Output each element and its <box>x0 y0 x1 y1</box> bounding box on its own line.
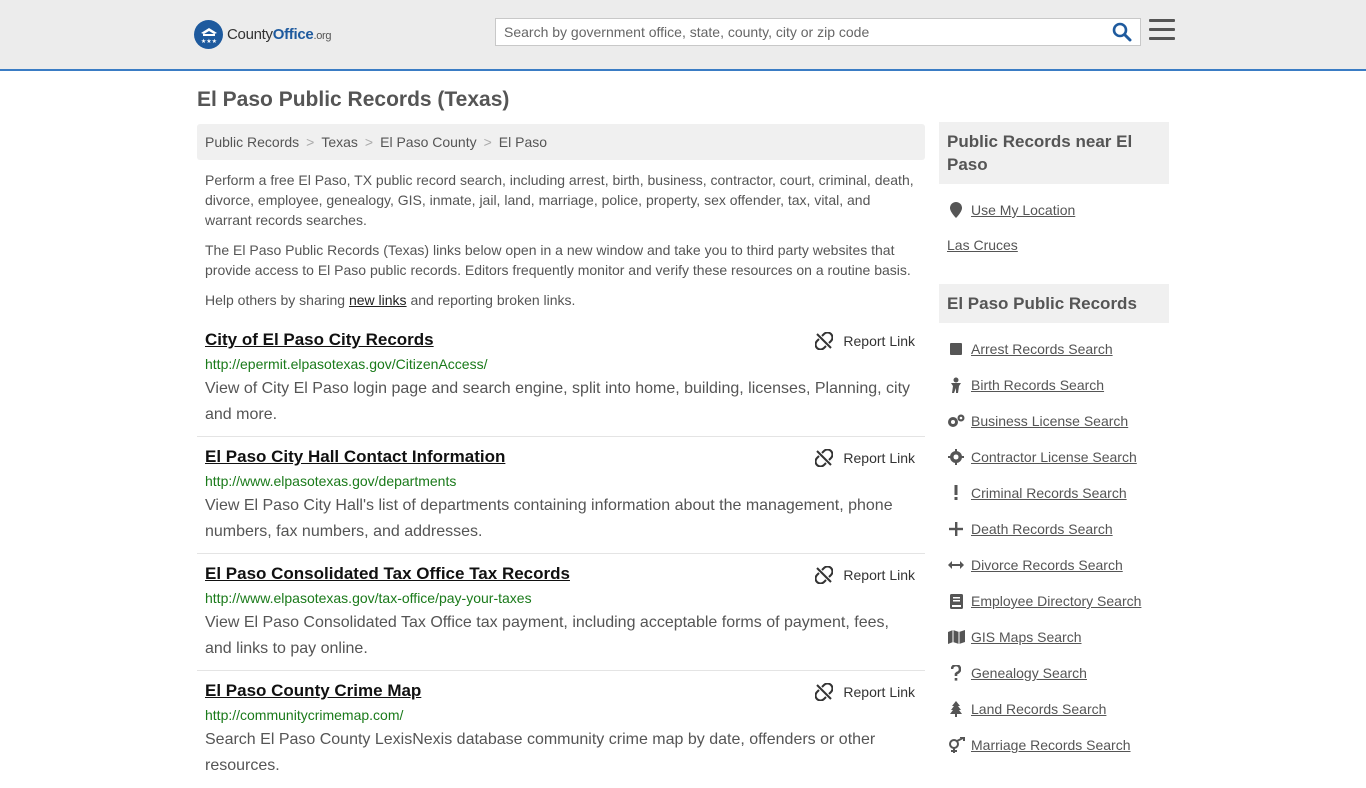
death-records-link[interactable]: Death Records Search <box>971 521 1113 537</box>
record-listing: El Paso County Crime Map Report Link htt… <box>197 681 925 788</box>
site-header: ★★★ CountyOffice.org <box>0 0 1366 71</box>
report-link-button[interactable]: Report Link <box>815 566 915 584</box>
sidebar-item-employee: Employee Directory Search <box>947 592 1141 610</box>
use-my-location-link[interactable]: Use My Location <box>971 202 1075 218</box>
criminal-records-link[interactable]: Criminal Records Search <box>971 485 1127 501</box>
broken-link-icon <box>815 332 834 350</box>
cross-icon <box>947 520 965 538</box>
disclaimer-paragraph: The El Paso Public Records (Texas) links… <box>205 242 911 278</box>
gender-icon <box>947 736 965 754</box>
listing-description: Search El Paso County LexisNexis databas… <box>205 731 876 774</box>
sidebar-nearby-city: Las Cruces <box>947 237 1018 253</box>
listing-title-link[interactable]: El Paso Consolidated Tax Office Tax Reco… <box>205 564 570 584</box>
square-icon <box>947 340 965 358</box>
map-marker-icon <box>947 201 965 219</box>
sidebar-item-birth: Birth Records Search <box>947 376 1104 394</box>
question-icon <box>947 664 965 682</box>
new-links-link[interactable]: new links <box>349 292 407 308</box>
listing-description: View El Paso Consolidated Tax Office tax… <box>205 614 889 657</box>
sidebar-item-arrest: Arrest Records Search <box>947 340 1113 358</box>
sidebar-item-genealogy: Genealogy Search <box>947 664 1087 682</box>
map-icon <box>947 628 965 646</box>
hamburger-menu-icon[interactable] <box>1149 19 1175 43</box>
business-license-link[interactable]: Business License Search <box>971 413 1128 429</box>
marriage-records-link[interactable]: Marriage Records Search <box>971 737 1131 753</box>
nearby-city-link[interactable]: Las Cruces <box>947 237 1018 253</box>
listing-url: http://www.elpasotexas.gov/tax-office/pa… <box>205 590 532 606</box>
sidebar-nearby-heading: Public Records near El Paso <box>939 122 1169 184</box>
listing-title-link[interactable]: El Paso County Crime Map <box>205 681 421 701</box>
genealogy-search-link[interactable]: Genealogy Search <box>971 665 1087 681</box>
sidebar-use-location: Use My Location <box>947 201 1075 219</box>
breadcrumb: Public Records > Texas > El Paso County > El P… <box>197 124 925 160</box>
baby-icon <box>947 376 965 394</box>
sidebar-item-death: Death Records Search <box>947 520 1113 538</box>
breadcrumb-el-paso[interactable]: El Paso <box>499 134 547 150</box>
sidebar-item-divorce: Divorce Records Search <box>947 556 1123 574</box>
listing-description: View of City El Paso login page and sear… <box>205 380 911 423</box>
sidebar-item-gis: GIS Maps Search <box>947 628 1082 646</box>
employee-directory-link[interactable]: Employee Directory Search <box>971 593 1141 609</box>
birth-records-link[interactable]: Birth Records Search <box>971 377 1104 393</box>
sidebar-item-contractor: Contractor License Search <box>947 448 1137 466</box>
listing-title-link[interactable]: El Paso City Hall Contact Information <box>205 447 505 467</box>
record-listing: El Paso City Hall Contact Information Re… <box>197 447 925 554</box>
search-box <box>495 18 1141 46</box>
report-link-button[interactable]: Report Link <box>815 332 915 350</box>
intro-paragraph: Perform a free El Paso, TX public record… <box>205 172 914 228</box>
search-input[interactable] <box>496 19 1106 45</box>
listing-url: http://communitycrimemap.com/ <box>205 707 404 723</box>
search-icon[interactable] <box>1112 22 1134 44</box>
divorce-records-link[interactable]: Divorce Records Search <box>971 557 1123 573</box>
arrest-records-link[interactable]: Arrest Records Search <box>971 341 1113 357</box>
listing-url: http://www.elpasotexas.gov/departments <box>205 473 457 489</box>
site-logo[interactable]: ★★★ CountyOffice.org <box>194 20 332 49</box>
sidebar-item-land: Land Records Search <box>947 700 1106 718</box>
logo-seal-icon: ★★★ <box>194 20 223 49</box>
sidebar-records-heading: El Paso Public Records <box>939 284 1169 323</box>
breadcrumb-texas[interactable]: Texas <box>321 134 358 150</box>
record-listing: City of El Paso City Records Report Link… <box>197 330 925 437</box>
gear-icon <box>947 448 965 466</box>
book-icon <box>947 592 965 610</box>
gears-icon <box>947 412 965 430</box>
broken-link-icon <box>815 566 834 584</box>
breadcrumb-el-paso-county[interactable]: El Paso County <box>380 134 477 150</box>
sidebar-item-business: Business License Search <box>947 412 1128 430</box>
tree-icon <box>947 700 965 718</box>
report-link-button[interactable]: Report Link <box>815 683 915 701</box>
sidebar-item-criminal: Criminal Records Search <box>947 484 1127 502</box>
report-link-button[interactable]: Report Link <box>815 449 915 467</box>
share-paragraph: Help others by sharing new links and rep… <box>205 292 576 308</box>
listing-title-link[interactable]: City of El Paso City Records <box>205 330 434 350</box>
gis-maps-link[interactable]: GIS Maps Search <box>971 629 1082 645</box>
svg-text:★★★: ★★★ <box>200 38 216 45</box>
logo-text: CountyOffice.org <box>227 26 332 43</box>
listing-url: http://epermit.elpasotexas.gov/CitizenAc… <box>205 356 488 372</box>
sidebar-item-marriage: Marriage Records Search <box>947 736 1131 754</box>
record-listing: El Paso Consolidated Tax Office Tax Reco… <box>197 564 925 671</box>
listing-description: View El Paso City Hall's list of departm… <box>205 497 893 540</box>
exclamation-icon <box>947 484 965 502</box>
land-records-link[interactable]: Land Records Search <box>971 701 1106 717</box>
broken-link-icon <box>815 683 834 701</box>
contractor-license-link[interactable]: Contractor License Search <box>971 449 1137 465</box>
broken-link-icon <box>815 449 834 467</box>
arrows-horizontal-icon <box>947 556 965 574</box>
page-title: El Paso Public Records (Texas) <box>197 88 510 111</box>
breadcrumb-public-records[interactable]: Public Records <box>205 134 299 150</box>
